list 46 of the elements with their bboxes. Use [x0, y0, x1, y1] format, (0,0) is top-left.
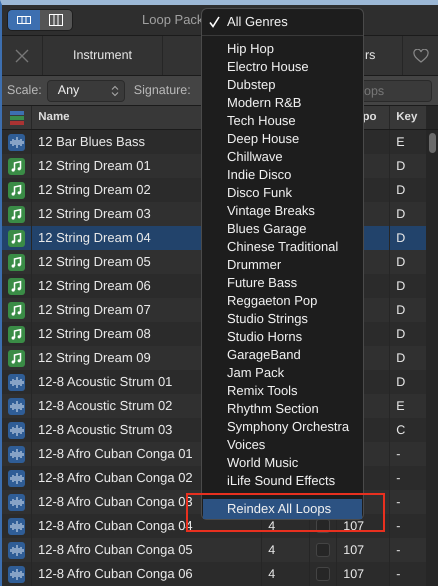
beats-value: 4 [268, 566, 276, 583]
key-value: - [396, 470, 400, 487]
key-value: - [396, 494, 400, 511]
loop-name: 12 String Dream 04 [37, 229, 151, 248]
key-value: E [396, 134, 405, 151]
loop-name: 12 String Dream 05 [37, 253, 151, 272]
loop-name: 12-8 Afro Cuban Conga 02 [37, 469, 193, 488]
key-value: D [396, 374, 406, 391]
loop-name: 12 String Dream 06 [37, 277, 151, 296]
key-value: D [396, 278, 406, 295]
key-value: D [396, 206, 406, 223]
key-value: E [396, 398, 405, 415]
key-value: D [396, 350, 406, 367]
key-value: - [396, 446, 400, 463]
loop-name: 12-8 Acoustic Strum 02 [37, 397, 172, 416]
loop-name: 12 String Dream 03 [37, 205, 151, 224]
key-value: D [396, 230, 406, 247]
loop-name: 12-8 Acoustic Strum 01 [37, 373, 172, 392]
scale-label: Scale: [7, 82, 42, 100]
loop-name: 12 String Dream 07 [37, 301, 151, 320]
column-header: Name [38, 110, 70, 125]
key-value: - [396, 518, 400, 535]
loop-name: 12 Bar Blues Bass [37, 133, 145, 152]
key-value: C [396, 422, 406, 439]
tempo-value: 107 [343, 542, 364, 559]
loop-name: 12-8 Acoustic Strum 03 [37, 421, 172, 440]
key-value: D [396, 302, 406, 319]
loop-name: 12-8 Afro Cuban Conga 05 [37, 541, 193, 560]
loop-name: 12-8 Afro Cuban Conga 06 [37, 565, 193, 584]
key-value: D [396, 158, 406, 175]
loop-name: 12-8 Afro Cuban Conga 01 [37, 445, 193, 464]
tempo-value: 107 [343, 518, 364, 535]
beats-value: 4 [268, 542, 276, 559]
loop-name: 12 String Dream 01 [37, 157, 151, 176]
tempo-value: 107 [343, 566, 364, 583]
column-header: Key [396, 110, 418, 125]
key-value: - [396, 542, 400, 559]
loop-name: 12 String Dream 08 [37, 325, 151, 344]
key-value: D [396, 326, 406, 343]
key-value: D [396, 182, 406, 199]
loop-name: 12 String Dream 09 [37, 349, 151, 368]
key-value: - [396, 566, 400, 583]
key-value: D [396, 254, 406, 271]
loop-name: 12 String Dream 02 [37, 181, 151, 200]
beats-value: 4 [268, 518, 276, 535]
signature-label: Signature: [134, 82, 191, 100]
